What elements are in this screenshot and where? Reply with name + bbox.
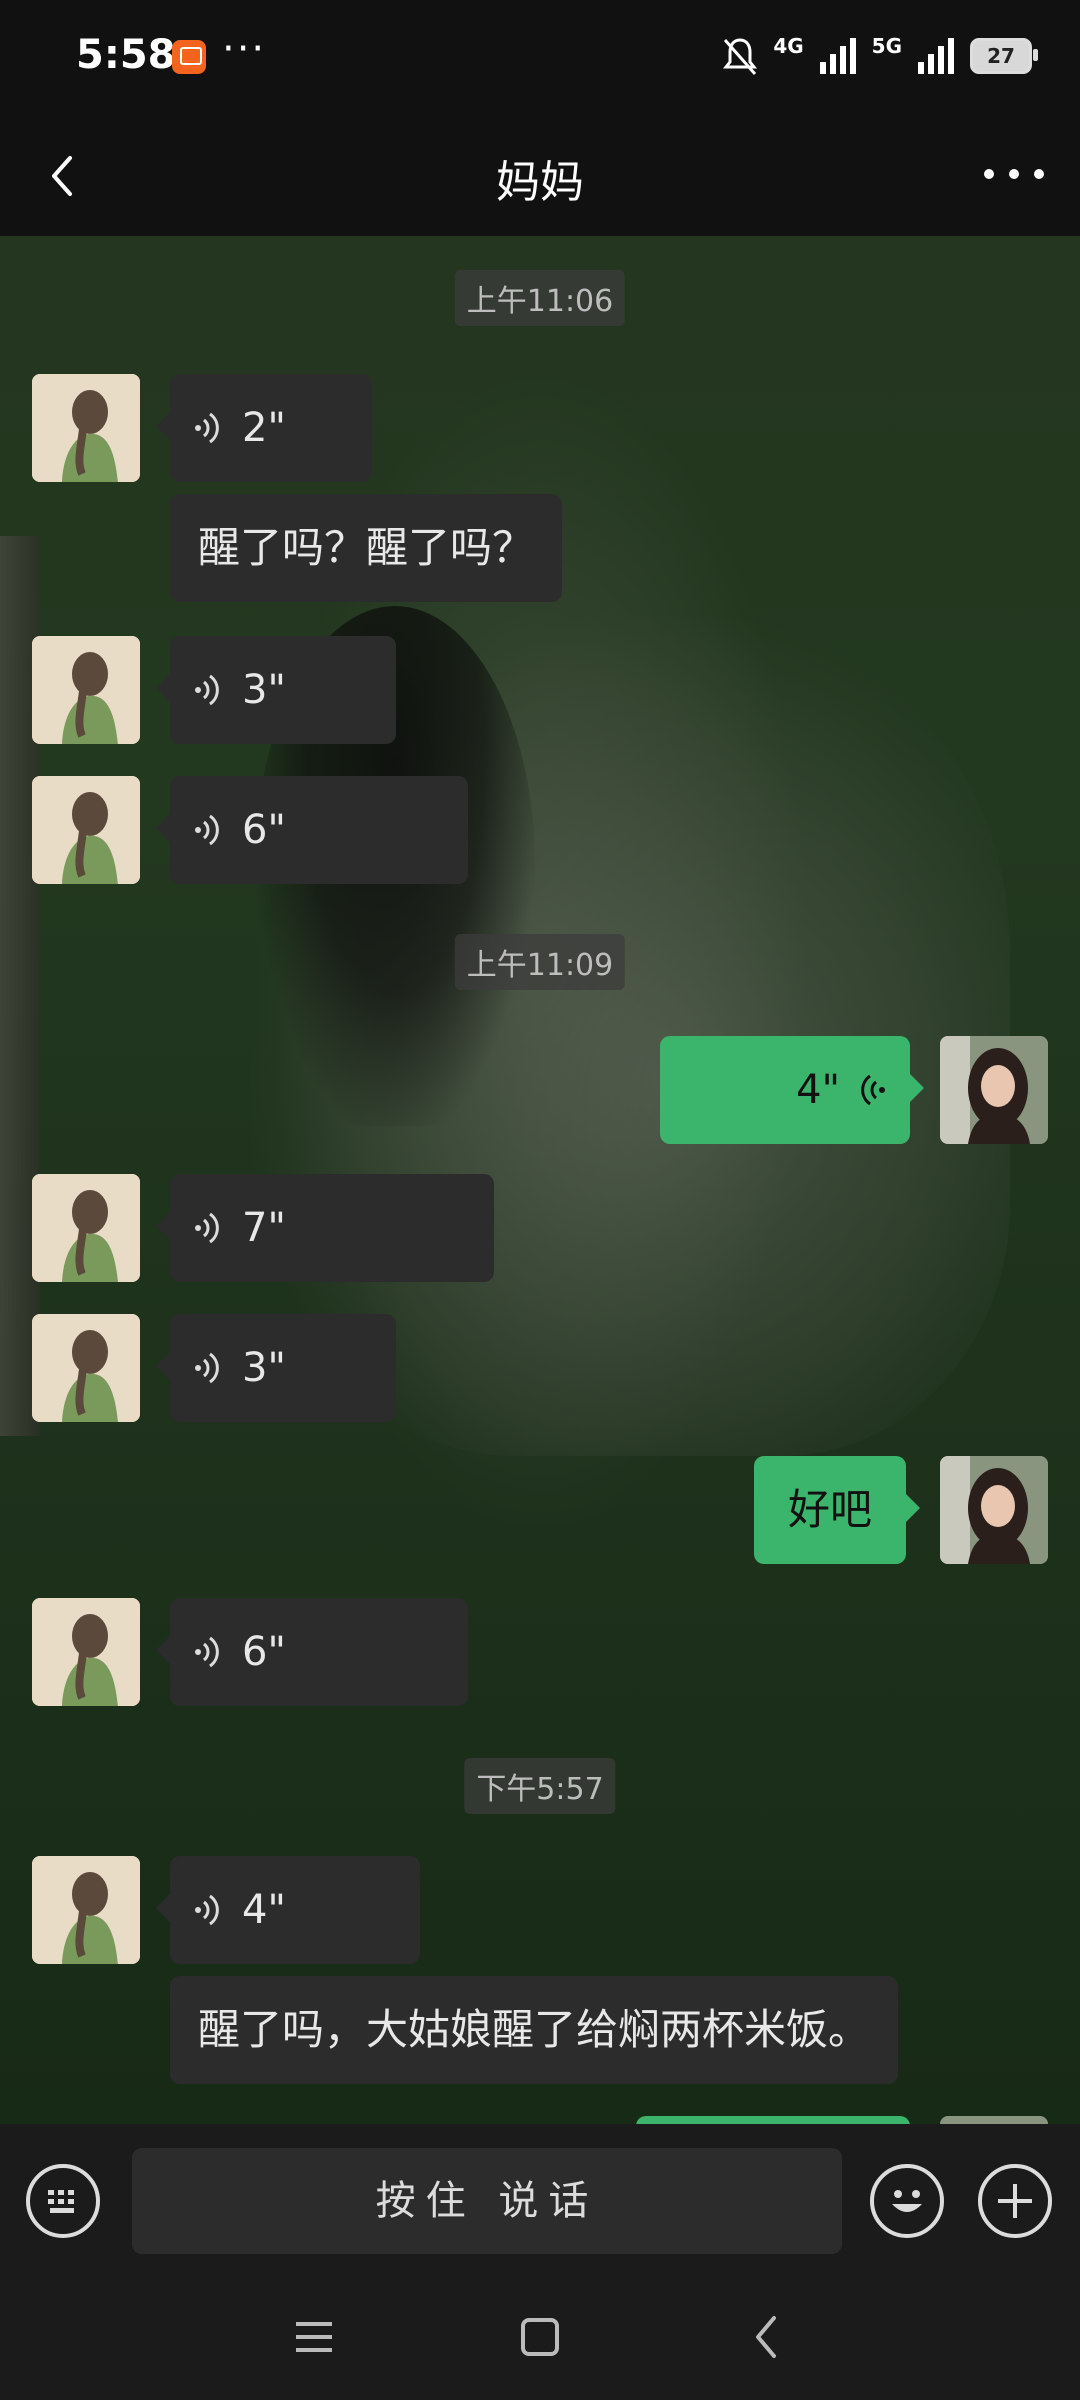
signal-strength-icon-1 <box>819 38 856 74</box>
voice-wave-icon <box>195 814 219 846</box>
contact-avatar[interactable] <box>32 776 140 884</box>
voice-wave-icon <box>195 1636 219 1668</box>
voice-message-in[interactable]: 3" <box>156 1314 396 1422</box>
nav-back-icon[interactable] <box>738 2312 798 2362</box>
contact-avatar[interactable] <box>32 1598 140 1706</box>
hold-to-talk-button[interactable]: 按住 说话 <box>132 2148 842 2254</box>
text-message-in[interactable]: 醒了吗，大姑娘醒了给焖两杯米饭。 <box>170 1976 899 2084</box>
voice-wave-icon <box>861 1074 885 1106</box>
contact-avatar[interactable] <box>32 1314 140 1422</box>
home-square-icon[interactable] <box>510 2312 570 2362</box>
text-message-out[interactable]: 好吧 <box>754 1456 921 1564</box>
chat-header: 妈妈 <box>0 118 1080 236</box>
voice-message-in[interactable]: 3" <box>156 636 396 744</box>
voice-message-in[interactable]: 4" <box>156 1856 420 1964</box>
emoji-icon[interactable] <box>870 2164 944 2238</box>
voice-message-in[interactable]: 2" <box>156 374 372 482</box>
keyboard-icon[interactable] <box>26 2164 100 2238</box>
voice-message-in[interactable]: 6" <box>156 1598 468 1706</box>
contact-avatar[interactable] <box>32 374 140 482</box>
timestamp: 下午5:57 <box>464 1758 616 1814</box>
chat-title: 妈妈 <box>496 157 584 208</box>
voice-message-in[interactable]: 7" <box>156 1174 494 1282</box>
plus-icon[interactable] <box>978 2164 1052 2238</box>
more-dots-icon[interactable] <box>984 164 1044 184</box>
status-indicators: 4G 5G 27 <box>723 34 1038 78</box>
network-type-2: 5G <box>871 34 902 58</box>
voice-duration: 3" <box>242 1345 286 1391</box>
menu-lines-icon[interactable] <box>284 2312 344 2362</box>
battery-indicator: 27 <box>970 38 1038 74</box>
input-bar: 按住 说话 <box>0 2124 1080 2274</box>
chat-messages-area[interactable]: 上午11:06 2" 醒了吗？醒了吗？ 3" 6" 上午11:09 4" 7" … <box>0 236 1080 2124</box>
voice-wave-icon <box>195 1894 219 1926</box>
voice-wave-icon <box>195 412 219 444</box>
voice-duration: 4" <box>242 1887 286 1933</box>
voice-wave-icon <box>195 1352 219 1384</box>
contact-avatar[interactable] <box>32 1174 140 1282</box>
voice-duration: 6" <box>242 807 286 853</box>
message-text: 醒了吗，大姑娘醒了给焖两杯米饭。 <box>198 2005 871 2054</box>
voice-message-in[interactable]: 6" <box>156 776 468 884</box>
user-avatar-partial[interactable] <box>940 2116 1048 2124</box>
voice-duration: 6" <box>242 1629 286 1675</box>
voice-message-out[interactable]: 4" <box>660 1036 924 1144</box>
message-text: 醒了吗？醒了吗？ <box>198 523 535 572</box>
more-notifications-icon: ··· <box>222 26 267 72</box>
status-bar: 5:58 ··· 4G 5G 27 <box>0 0 1080 118</box>
app-notification-icon <box>172 40 206 74</box>
voice-wave-icon <box>195 674 219 706</box>
timestamp: 上午11:09 <box>454 934 626 990</box>
contact-avatar[interactable] <box>32 1856 140 1964</box>
signal-strength-icon-2 <box>918 38 954 74</box>
voice-duration: 3" <box>242 667 286 713</box>
mute-bell-icon <box>723 38 758 75</box>
status-time: 5:58 <box>76 32 176 78</box>
system-nav-bar <box>0 2274 1080 2400</box>
user-avatar[interactable] <box>940 1036 1048 1144</box>
voice-duration: 4" <box>796 1067 840 1113</box>
partial-message-out[interactable] <box>636 2116 910 2124</box>
voice-wave-icon <box>195 1212 219 1244</box>
contact-avatar[interactable] <box>32 636 140 744</box>
text-message-in[interactable]: 醒了吗？醒了吗？ <box>170 494 563 602</box>
message-text: 好吧 <box>788 1485 873 1534</box>
network-type-1: 4G <box>773 34 804 58</box>
timestamp: 上午11:06 <box>454 270 626 326</box>
user-avatar[interactable] <box>940 1456 1048 1564</box>
voice-duration: 7" <box>242 1205 286 1251</box>
voice-duration: 2" <box>242 405 286 451</box>
